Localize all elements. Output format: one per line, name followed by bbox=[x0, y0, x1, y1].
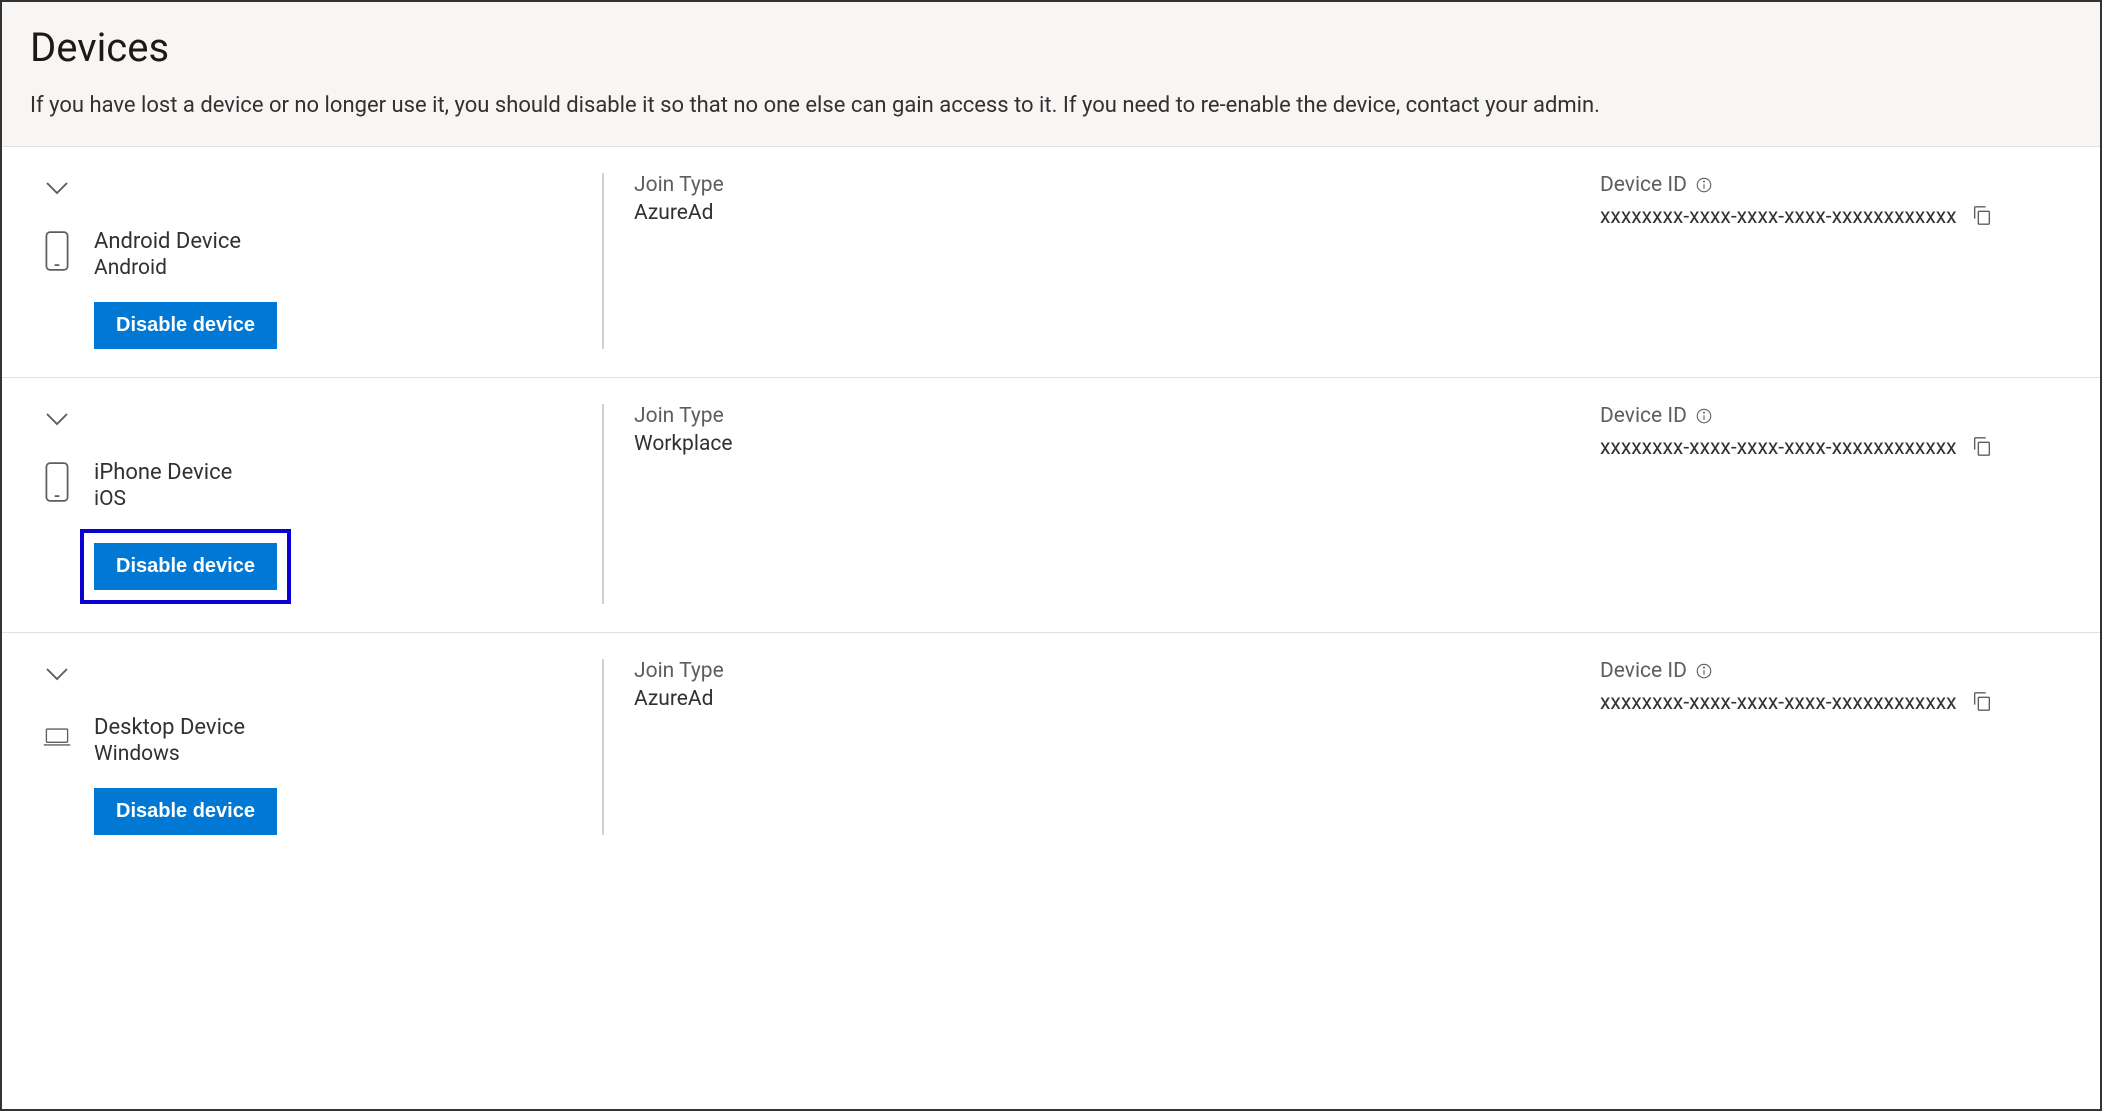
device-id-label: Device ID bbox=[1600, 173, 1687, 197]
devices-list: Android Device Android Disable device Jo… bbox=[2, 147, 2100, 863]
join-type-section: Join Type Workplace bbox=[634, 404, 1600, 604]
device-id-section: Device ID xxxxxxxx-xxxx-xxxx-xxxx-xxxxxx… bbox=[1600, 404, 2100, 604]
device-id-value: xxxxxxxx-xxxx-xxxx-xxxx-xxxxxxxxxxxx bbox=[1600, 691, 1957, 715]
device-row: iPhone Device iOS Disable device Join Ty… bbox=[2, 378, 2100, 633]
laptop-icon bbox=[42, 717, 72, 761]
phone-icon bbox=[42, 231, 72, 275]
page-title: Devices bbox=[30, 24, 2072, 71]
device-id-section: Device ID xxxxxxxx-xxxx-xxxx-xxxx-xxxxxx… bbox=[1600, 659, 2100, 835]
device-summary: Android Device Android Disable device bbox=[2, 173, 602, 349]
chevron-down-icon[interactable] bbox=[42, 419, 72, 438]
device-name: iPhone Device bbox=[94, 460, 291, 485]
info-icon[interactable] bbox=[1695, 176, 1713, 194]
device-row: Android Device Android Disable device Jo… bbox=[2, 147, 2100, 378]
copy-icon[interactable] bbox=[1971, 204, 1993, 226]
device-id-value: xxxxxxxx-xxxx-xxxx-xxxx-xxxxxxxxxxxx bbox=[1600, 436, 1957, 460]
device-id-value: xxxxxxxx-xxxx-xxxx-xxxx-xxxxxxxxxxxx bbox=[1600, 205, 1957, 229]
disable-device-button[interactable]: Disable device bbox=[94, 788, 277, 835]
device-name: Desktop Device bbox=[94, 715, 277, 740]
join-type-value: AzureAd bbox=[634, 687, 1600, 711]
disable-device-button[interactable]: Disable device bbox=[94, 543, 277, 590]
join-type-section: Join Type AzureAd bbox=[634, 659, 1600, 835]
device-row: Desktop Device Windows Disable device Jo… bbox=[2, 633, 2100, 863]
copy-icon[interactable] bbox=[1971, 435, 1993, 457]
info-icon[interactable] bbox=[1695, 407, 1713, 425]
page-header: Devices If you have lost a device or no … bbox=[2, 2, 2100, 147]
chevron-down-icon[interactable] bbox=[42, 188, 72, 207]
disable-device-button[interactable]: Disable device bbox=[94, 302, 277, 349]
device-summary: Desktop Device Windows Disable device bbox=[2, 659, 602, 835]
device-id-section: Device ID xxxxxxxx-xxxx-xxxx-xxxx-xxxxxx… bbox=[1600, 173, 2100, 349]
device-os: Android bbox=[94, 256, 277, 280]
device-id-label: Device ID bbox=[1600, 404, 1687, 428]
devices-page: Devices If you have lost a device or no … bbox=[0, 0, 2102, 1111]
device-name: Android Device bbox=[94, 229, 277, 254]
join-type-value: Workplace bbox=[634, 432, 1600, 456]
join-type-value: AzureAd bbox=[634, 201, 1600, 225]
highlighted-disable-wrapper: Disable device bbox=[80, 529, 291, 604]
phone-icon bbox=[42, 462, 72, 506]
device-id-label: Device ID bbox=[1600, 659, 1687, 683]
join-type-section: Join Type AzureAd bbox=[634, 173, 1600, 349]
copy-icon[interactable] bbox=[1971, 690, 1993, 712]
device-os: Windows bbox=[94, 742, 277, 766]
info-icon[interactable] bbox=[1695, 662, 1713, 680]
page-description: If you have lost a device or no longer u… bbox=[30, 93, 2072, 118]
join-type-label: Join Type bbox=[634, 659, 1600, 683]
device-summary: iPhone Device iOS Disable device bbox=[2, 404, 602, 604]
join-type-label: Join Type bbox=[634, 173, 1600, 197]
chevron-down-icon[interactable] bbox=[42, 674, 72, 693]
device-os: iOS bbox=[94, 487, 291, 511]
join-type-label: Join Type bbox=[634, 404, 1600, 428]
